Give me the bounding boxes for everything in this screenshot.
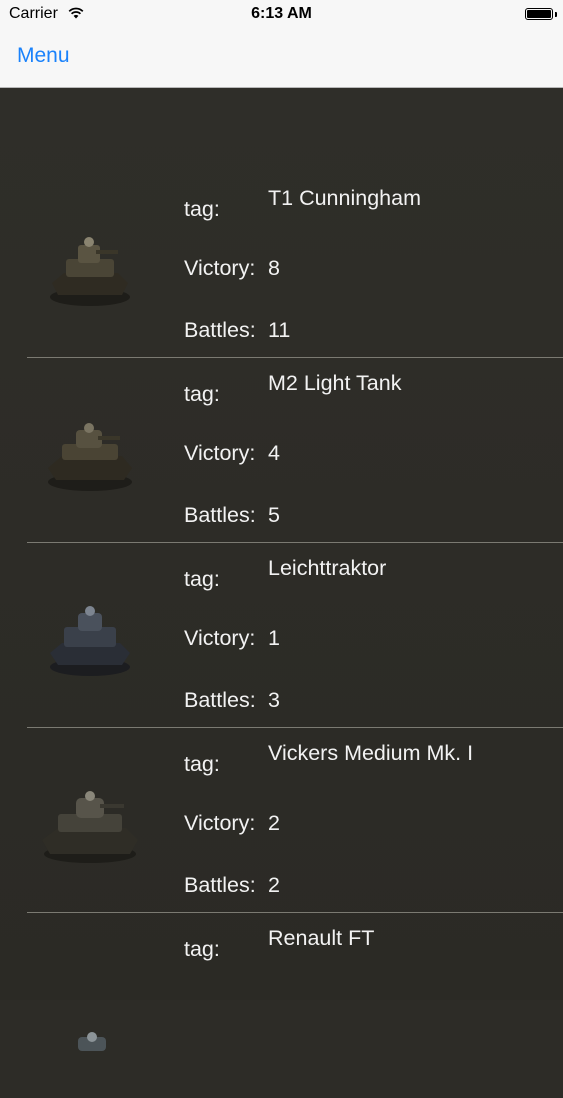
tank-thumbnail bbox=[50, 237, 130, 306]
tank-thumbnail bbox=[48, 423, 132, 491]
tank-thumbnail bbox=[42, 791, 138, 863]
victory-value: 1 bbox=[268, 626, 280, 650]
victory-value: 4 bbox=[268, 441, 280, 465]
victory-value: 8 bbox=[268, 256, 280, 280]
tag-label: tag: bbox=[184, 197, 220, 221]
tank-row[interactable]: tag: Vickers Medium Mk. I Victory: 2 Bat… bbox=[0, 728, 563, 913]
battery-icon bbox=[525, 8, 553, 20]
tank-name: Renault FT bbox=[268, 926, 375, 950]
battles-label: Battles: bbox=[184, 318, 256, 342]
tank-name: Leichttraktor bbox=[268, 556, 387, 580]
battles-label: Battles: bbox=[184, 688, 256, 712]
clock: 6:13 AM bbox=[251, 5, 312, 22]
tank-name: Vickers Medium Mk. I bbox=[268, 741, 474, 765]
battles-value: 11 bbox=[268, 318, 291, 342]
battles-label: Battles: bbox=[184, 873, 256, 897]
battles-value: 3 bbox=[268, 688, 280, 712]
battles-label: Battles: bbox=[184, 503, 256, 527]
tank-row[interactable]: tag: M2 Light Tank Victory: 4 Battles: 5 bbox=[0, 358, 563, 543]
victory-label: Victory: bbox=[184, 441, 256, 465]
navigation-bar: Menu bbox=[0, 30, 563, 88]
battles-value: 2 bbox=[268, 873, 280, 897]
tank-list[interactable]: tag: T1 Cunningham Victory: 8 Battles: 1… bbox=[0, 88, 563, 1051]
tank-thumbnail bbox=[78, 1032, 106, 1051]
victory-label: Victory: bbox=[184, 626, 256, 650]
battles-value: 5 bbox=[268, 503, 280, 527]
tank-name: T1 Cunningham bbox=[268, 186, 421, 210]
tank-row[interactable]: tag: Renault FT bbox=[0, 913, 563, 1098]
tank-row[interactable]: tag: T1 Cunningham Victory: 8 Battles: 1… bbox=[0, 173, 563, 358]
battery-tip bbox=[555, 12, 557, 17]
tank-thumbnail bbox=[50, 606, 130, 676]
tag-label: tag: bbox=[184, 382, 220, 406]
victory-value: 2 bbox=[268, 811, 280, 835]
tank-row[interactable]: tag: Leichttraktor Victory: 1 Battles: 3 bbox=[0, 543, 563, 728]
victory-label: Victory: bbox=[184, 811, 256, 835]
victory-label: Victory: bbox=[184, 256, 256, 280]
tag-label: tag: bbox=[184, 937, 220, 961]
tag-label: tag: bbox=[184, 567, 220, 591]
status-bar: Carrier 6:13 AM bbox=[0, 0, 563, 30]
menu-button[interactable]: Menu bbox=[17, 44, 70, 68]
tank-name: M2 Light Tank bbox=[268, 371, 402, 395]
tag-label: tag: bbox=[184, 752, 220, 776]
